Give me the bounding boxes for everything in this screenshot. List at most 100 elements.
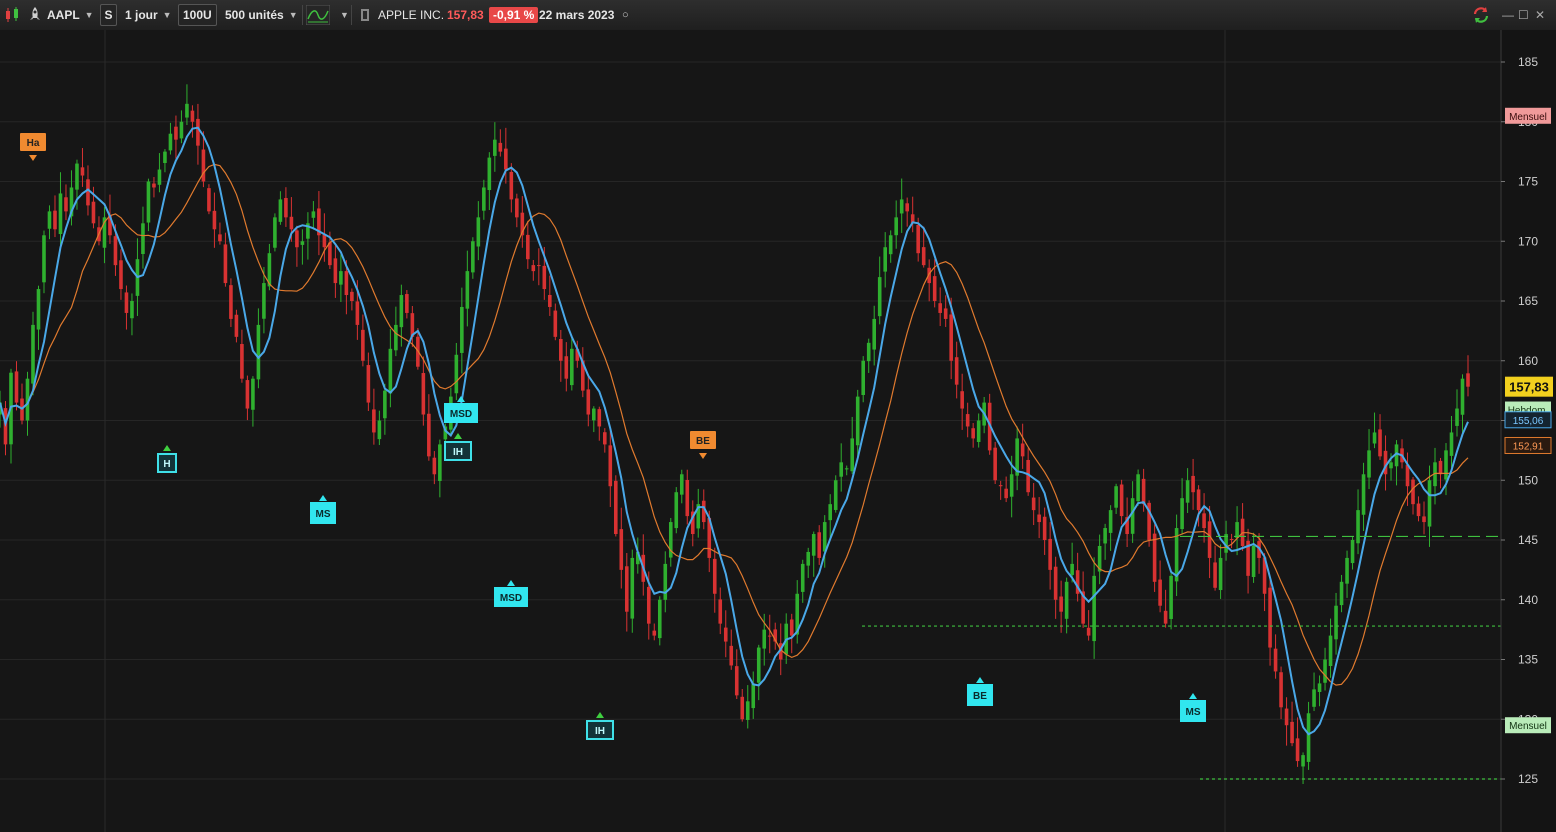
info-icon[interactable] <box>359 4 371 26</box>
candle-body <box>207 188 211 212</box>
candle-body <box>1295 738 1300 762</box>
candle-body <box>531 265 536 272</box>
candle-body <box>80 167 85 176</box>
candle-body <box>833 480 838 510</box>
chart-toolbar: AAPL ▼ S 1 jour ▼ 100U 500 unités ▼ ▼ APPLE… <box>0 0 1556 31</box>
close-icon[interactable]: ✕ <box>1535 4 1545 26</box>
candle-body <box>1136 474 1140 502</box>
candle-body <box>196 118 200 146</box>
candle-body <box>229 285 233 319</box>
candle-body <box>888 235 893 255</box>
candle-body <box>58 193 63 235</box>
axis-tick-label: 165 <box>1518 294 1538 308</box>
rocket-icon[interactable] <box>28 4 42 26</box>
candle-body <box>839 462 844 477</box>
candle-body <box>339 271 343 285</box>
candle-body <box>328 242 332 266</box>
candle-body <box>1048 538 1052 570</box>
axis-tick-label: 125 <box>1518 772 1538 786</box>
candle-body <box>866 342 871 362</box>
candle-body <box>740 696 745 720</box>
candle-body <box>883 247 887 272</box>
candle-body <box>1180 498 1184 530</box>
candle-body <box>1037 514 1041 523</box>
candle-body <box>1279 672 1283 708</box>
candle-body <box>460 306 464 353</box>
axis-tick-label: 160 <box>1518 354 1538 368</box>
chevron-down-icon: ▼ <box>162 10 172 20</box>
candle-body <box>278 199 283 222</box>
maximize-icon[interactable]: ☐ <box>1518 4 1529 26</box>
toolbar-divider <box>302 5 303 25</box>
candle-body <box>1070 563 1074 575</box>
candlestick-icon[interactable] <box>4 4 22 26</box>
candle-body <box>119 260 123 290</box>
candle-body <box>251 378 255 410</box>
monthly-top-tag-label: Mensuel <box>1509 112 1547 123</box>
units-selector[interactable]: 500 unités ▼ <box>225 4 298 26</box>
candle-body <box>75 163 79 190</box>
candle-body <box>86 179 90 206</box>
last-price-tag: 157,83 <box>1505 376 1553 397</box>
units-label: 500 unités <box>225 8 284 22</box>
price-chart[interactable]: HaHMSMSDIHMSDIHBEBEMS1851801751701651601… <box>0 30 1556 832</box>
minimize-icon[interactable]: — <box>1502 4 1514 26</box>
candle-body <box>1405 464 1410 487</box>
candle-body <box>361 329 365 361</box>
candle-body <box>613 480 618 535</box>
candle-body <box>372 409 376 433</box>
candle-body <box>223 244 228 284</box>
candle-body <box>476 217 481 247</box>
period-selector[interactable]: 1 jour ▼ <box>125 4 172 26</box>
candle-body <box>1339 581 1344 606</box>
refresh-icon[interactable] <box>1472 4 1490 26</box>
candle-body <box>1092 575 1096 642</box>
candle-body <box>377 420 382 440</box>
candle-body <box>1350 540 1355 564</box>
candle-body <box>954 357 959 385</box>
candle-body <box>734 666 739 696</box>
candle-body <box>597 409 602 427</box>
candle-body <box>333 258 338 284</box>
candle-body <box>471 241 475 273</box>
candle-body <box>1042 516 1047 540</box>
candle-body <box>1411 479 1415 505</box>
candle-body <box>1444 450 1448 480</box>
candle-body <box>1235 522 1239 538</box>
candle-body <box>949 314 953 361</box>
candle-body <box>1449 432 1454 456</box>
candle-body <box>1416 503 1421 517</box>
ma-slow-tag: 152,91 <box>1504 436 1552 454</box>
candle-body <box>657 599 662 639</box>
candle-body <box>504 148 508 170</box>
axis-tick-label: 140 <box>1518 593 1538 607</box>
candle-body <box>1059 596 1063 612</box>
s-button[interactable]: S <box>100 4 117 26</box>
candle-body <box>1372 432 1377 444</box>
candle-body <box>1438 460 1443 475</box>
candle-body <box>844 468 849 470</box>
candle-body <box>14 371 19 403</box>
candle <box>657 596 662 646</box>
candle-body <box>652 630 657 636</box>
quote-date: 22 mars 2023 <box>539 8 615 22</box>
lot-button[interactable]: 100U <box>178 4 217 26</box>
candle-body <box>938 303 942 313</box>
candle-body <box>421 373 426 415</box>
candle-body <box>679 474 684 495</box>
candle-body <box>921 247 926 266</box>
candle <box>993 441 997 484</box>
axis-tick-label: 145 <box>1518 533 1538 547</box>
indicator-menu-button[interactable]: ▼ <box>335 4 349 26</box>
candle-body <box>723 627 728 642</box>
marker-label: Ha <box>27 138 40 149</box>
candle-body <box>1202 513 1206 529</box>
change-badge: -0,91 % <box>489 7 539 23</box>
candle-body <box>124 292 129 313</box>
indicator-icon[interactable] <box>306 4 330 26</box>
s-label: S <box>104 8 113 22</box>
candle <box>1136 469 1140 506</box>
candle-body <box>828 504 833 521</box>
symbol-selector[interactable]: AAPL ▼ <box>47 4 94 26</box>
candle-body <box>542 265 547 290</box>
